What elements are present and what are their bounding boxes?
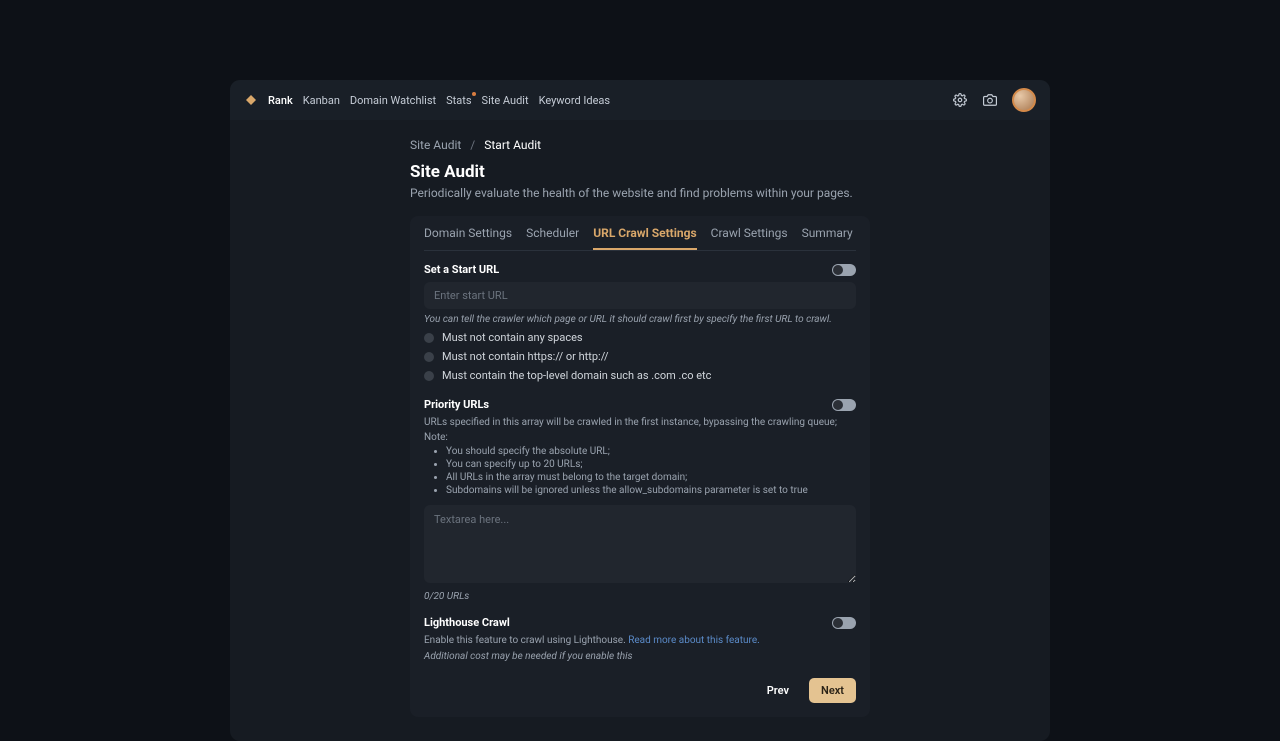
app-shell: Rank Kanban Domain Watchlist Stats Site …: [230, 80, 1050, 741]
tab-domain-settings[interactable]: Domain Settings: [424, 216, 512, 250]
check-icon: [424, 371, 434, 381]
gear-icon[interactable]: [952, 92, 968, 108]
lighthouse-toggle[interactable]: [832, 617, 856, 629]
nav-stats[interactable]: Stats: [446, 94, 471, 107]
note-item: You should specify the absolute URL;: [446, 445, 856, 458]
lighthouse-hint: Additional cost may be needed if you ena…: [424, 651, 856, 662]
content: Site Audit / Start Audit Site Audit Peri…: [230, 120, 1050, 741]
nav-domain-watchlist[interactable]: Domain Watchlist: [350, 94, 436, 107]
breadcrumb-current: Start Audit: [484, 138, 541, 152]
priority-textarea[interactable]: [424, 505, 856, 583]
footer-buttons: Prev Next: [424, 678, 856, 703]
priority-label: Priority URLs: [424, 398, 489, 411]
nav-kanban[interactable]: Kanban: [303, 94, 340, 107]
section-lighthouse: Lighthouse Crawl Enable this feature to …: [424, 602, 856, 662]
priority-note-label: Note:: [424, 432, 856, 443]
rule-row-1: Must not contain https:// or http://: [424, 350, 856, 363]
stats-badge-dot: [472, 92, 476, 96]
logo-icon: [244, 93, 258, 107]
prev-button[interactable]: Prev: [757, 678, 799, 703]
lighthouse-label: Lighthouse Crawl: [424, 616, 510, 629]
start-url-input[interactable]: [424, 282, 856, 309]
page-subtitle: Periodically evaluate the health of the …: [410, 186, 870, 200]
breadcrumb-sep: /: [470, 138, 475, 152]
tab-url-crawl-settings[interactable]: URL Crawl Settings: [593, 216, 696, 250]
nav-rank[interactable]: Rank: [268, 94, 293, 107]
lighthouse-link[interactable]: Read more about this feature.: [628, 635, 760, 646]
rule-row-2: Must contain the top-level domain such a…: [424, 369, 856, 382]
tab-summary[interactable]: Summary: [802, 216, 853, 250]
check-icon: [424, 333, 434, 343]
topbar-left: Rank Kanban Domain Watchlist Stats Site …: [244, 93, 610, 107]
check-icon: [424, 352, 434, 362]
camera-icon[interactable]: [982, 92, 998, 108]
tab-scheduler[interactable]: Scheduler: [526, 216, 579, 250]
priority-toggle[interactable]: [832, 399, 856, 411]
nav-keyword-ideas[interactable]: Keyword Ideas: [539, 94, 611, 107]
rule-text: Must contain the top-level domain such a…: [442, 369, 711, 382]
rule-text: Must not contain any spaces: [442, 331, 583, 344]
priority-desc: URLs specified in this array will be cra…: [424, 417, 856, 428]
avatar[interactable]: [1012, 88, 1036, 112]
topbar-right: [952, 88, 1036, 112]
breadcrumb: Site Audit / Start Audit: [410, 138, 870, 152]
start-url-label: Set a Start URL: [424, 263, 499, 276]
next-button[interactable]: Next: [809, 678, 856, 703]
tab-crawl-settings[interactable]: Crawl Settings: [711, 216, 788, 250]
priority-notes: You should specify the absolute URL; You…: [424, 445, 856, 497]
breadcrumb-parent[interactable]: Site Audit: [410, 138, 461, 152]
lighthouse-desc: Enable this feature to crawl using Light…: [424, 635, 856, 646]
tabs: Domain Settings Scheduler URL Crawl Sett…: [424, 216, 856, 251]
note-item: All URLs in the array must belong to the…: [446, 471, 856, 484]
nav-site-audit[interactable]: Site Audit: [482, 94, 529, 107]
rule-text: Must not contain https:// or http://: [442, 350, 609, 363]
section-start-url: Set a Start URL You can tell the crawler…: [424, 251, 856, 382]
note-item: You can specify up to 20 URLs;: [446, 458, 856, 471]
start-url-hint: You can tell the crawler which page or U…: [424, 314, 856, 325]
priority-counter: 0/20 URLs: [424, 591, 856, 602]
section-priority-urls: Priority URLs URLs specified in this arr…: [424, 382, 856, 602]
topbar: Rank Kanban Domain Watchlist Stats Site …: [230, 80, 1050, 120]
start-url-toggle[interactable]: [832, 264, 856, 276]
rule-row-0: Must not contain any spaces: [424, 331, 856, 344]
page-title: Site Audit: [410, 162, 870, 182]
note-item: Subdomains will be ignored unless the al…: [446, 484, 856, 497]
settings-card: Domain Settings Scheduler URL Crawl Sett…: [410, 216, 870, 717]
